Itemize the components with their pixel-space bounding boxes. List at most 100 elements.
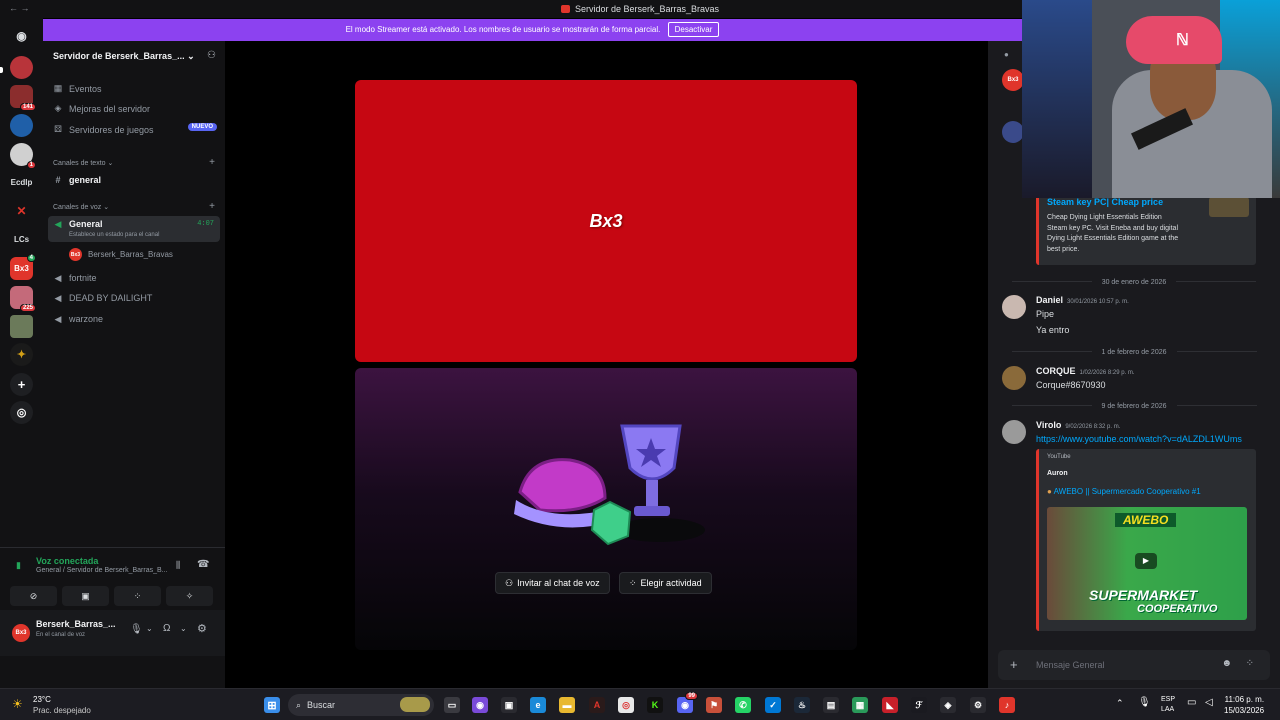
noise-suppression-icon[interactable]: ⫼ <box>176 560 180 571</box>
video-tile-user[interactable]: Bx3 <box>355 80 857 362</box>
add-member-icon[interactable]: ⚇ <box>207 50 216 61</box>
choose-activity-button[interactable]: ⁘ Elegir actividad <box>619 572 712 594</box>
events-item[interactable]: ▦ Eventos <box>53 83 102 94</box>
network-icon[interactable]: ▭ <box>1187 697 1196 708</box>
add-server-icon[interactable]: + <box>10 373 33 396</box>
server-icon-lcs[interactable]: LCs <box>10 228 33 251</box>
microphone-tray-icon[interactable]: 🎙 <box>1138 697 1151 708</box>
text-category[interactable]: Canales de texto ⌄ <box>53 159 113 167</box>
whatsapp-icon[interactable]: ✆ <box>735 697 751 713</box>
kick-icon[interactable]: K <box>647 697 663 713</box>
message-author[interactable]: Virolo 9/02/2026 8:32 p. m. <box>1036 420 1120 430</box>
avatar[interactable]: Bx3 <box>12 624 30 642</box>
server-icon[interactable]: ✦ <box>10 343 33 366</box>
tray-chevron-icon[interactable]: ⌃ <box>1116 698 1124 709</box>
weather-temp[interactable]: 23°C <box>33 695 51 704</box>
add-channel-icon[interactable]: + <box>209 201 215 212</box>
chevron-down-icon[interactable]: ⌄ <box>146 624 153 633</box>
avatar[interactable] <box>1002 420 1026 444</box>
settings-icon[interactable]: ⚙ <box>970 697 986 713</box>
add-channel-icon[interactable]: + <box>209 157 215 168</box>
voice-channel[interactable]: ◀ fortnite <box>48 269 220 287</box>
app-icon[interactable]: ▤ <box>823 697 839 713</box>
screen-share-button[interactable]: ▣ <box>62 586 109 606</box>
voice-member[interactable]: Bx3 Berserk_Barras_Bravas <box>69 248 173 261</box>
disconnect-icon[interactable]: ☎ <box>197 559 209 570</box>
embed-provider[interactable]: YouTube <box>1047 454 1071 460</box>
server-icon-ecdlp[interactable]: Ecdlp <box>10 171 33 194</box>
user-name[interactable]: Berserk_Barras_... <box>36 619 116 629</box>
signal-icon[interactable]: ▮ <box>16 560 21 571</box>
server-icon[interactable] <box>10 56 33 79</box>
server-icon[interactable] <box>10 114 33 137</box>
file-explorer-icon[interactable]: ▬ <box>559 697 575 713</box>
play-icon[interactable]: ▶ <box>1135 553 1157 569</box>
message-author[interactable]: Daniel 30/01/2026 10:57 p. m. <box>1036 295 1129 305</box>
calendar-icon: ▦ <box>53 83 63 93</box>
avatar[interactable]: Bx3 <box>1002 69 1024 91</box>
steam-icon[interactable]: ♨ <box>794 697 810 713</box>
language-indicator[interactable]: ESP LAA <box>1161 695 1175 715</box>
message-link[interactable]: https://www.youtube.com/watch?v=dALZDL1W… <box>1036 434 1242 444</box>
store-icon[interactable]: ▣ <box>501 697 517 713</box>
chevron-down-icon[interactable]: ⌄ <box>180 624 187 633</box>
embed-author[interactable]: Auron <box>1047 470 1068 477</box>
start-icon[interactable]: ⊞ <box>264 697 280 713</box>
taskbar-search[interactable]: ⌕ Buscar <box>288 694 434 716</box>
server-icon[interactable]: 225 <box>10 286 36 312</box>
message-input[interactable]: + Mensaje General ☻ ⁘ <box>998 650 1270 680</box>
app-icon[interactable]: ◈ <box>940 697 956 713</box>
app-icon[interactable]: A <box>589 697 605 713</box>
avatar[interactable] <box>1002 295 1026 319</box>
app-icon[interactable]: ♪ <box>999 697 1015 713</box>
app-icon[interactable]: ◣ <box>882 697 898 713</box>
embed-title[interactable]: ● AWEBO || Supermercado Cooperativo #1 <box>1047 487 1201 496</box>
apps-icon[interactable]: ⁘ <box>1246 658 1254 669</box>
discord-home-icon[interactable]: ◉ <box>10 24 33 47</box>
microphone-icon[interactable]: 🎙 <box>130 624 143 635</box>
camera-off-button[interactable]: ⊘ <box>10 586 57 606</box>
settings-gear-icon[interactable]: ⚙ <box>197 622 207 635</box>
app-icon[interactable]: ⚑ <box>706 697 722 713</box>
app-icon[interactable]: ✓ <box>765 697 781 713</box>
weather-icon[interactable]: ☀ <box>12 697 23 711</box>
voice-connected-subtitle[interactable]: General / Servidor de Berserk_Barras_B..… <box>36 567 168 574</box>
explore-icon[interactable]: ◎ <box>10 401 33 424</box>
clock[interactable]: 11:06 p. m. 15/03/2026 <box>1224 694 1264 716</box>
server-name[interactable]: Servidor de Berserk_Barras_... ⌄ <box>53 51 195 62</box>
soundboard-button[interactable]: ✧ <box>166 586 213 606</box>
copilot-icon[interactable]: ◉ <box>472 697 488 713</box>
server-icon[interactable] <box>10 315 33 338</box>
voice-channel[interactable]: ◀ DEAD BY DAILIGHT <box>48 289 220 307</box>
server-icon-bx3[interactable]: Bx3 4 <box>10 254 36 280</box>
message-author[interactable]: CORQUE 1/02/2026 8:29 p. m. <box>1036 366 1135 376</box>
server-icon[interactable]: 141 <box>10 85 36 111</box>
task-view-icon[interactable]: ▭ <box>444 697 460 713</box>
video-thumbnail[interactable]: AWEBO SUPERMARKET COOPERATIVO ▶ <box>1047 507 1247 620</box>
disable-streamer-button[interactable]: Desactivar <box>667 22 720 37</box>
emoji-icon[interactable]: ☻ <box>1221 658 1232 669</box>
chrome-icon[interactable]: ◎ <box>618 697 634 713</box>
voice-channel[interactable]: ◀ warzone <box>48 310 220 328</box>
embed-title[interactable]: Steam key PC| Cheap price <box>1047 197 1163 207</box>
headphones-icon[interactable]: Ω <box>163 623 170 634</box>
discord-icon[interactable]: ◉ 99 <box>677 692 698 713</box>
boosts-item[interactable]: ◈ Mejoras del servidor <box>53 103 151 114</box>
add-attachment-icon[interactable]: + <box>1010 657 1018 672</box>
avatar[interactable] <box>1002 366 1026 390</box>
server-icon[interactable]: 1 <box>10 143 36 169</box>
text-channel-general[interactable]: # general <box>48 171 220 189</box>
volume-icon[interactable]: ◁ <box>1205 697 1213 708</box>
voice-channel-general[interactable]: ◀ General 4:07 Establece un estado para … <box>48 216 220 242</box>
embed-thumbnail[interactable] <box>1209 197 1249 217</box>
edge-icon[interactable]: e <box>530 697 546 713</box>
channel-status[interactable]: Establece un estado para el canal <box>69 232 159 238</box>
app-icon[interactable]: ▦ <box>852 697 868 713</box>
game-servers-item[interactable]: ⚄ Servidores de juegos <box>53 124 153 135</box>
invite-voice-button[interactable]: ⚇ Invitar al chat de voz <box>495 572 610 594</box>
avatar[interactable] <box>1002 121 1024 143</box>
server-icon[interactable]: ✕ <box>10 199 33 222</box>
app-icon[interactable]: ℱ <box>911 697 927 713</box>
activity-button[interactable]: ⁘ <box>114 586 161 606</box>
voice-category[interactable]: Canales de voz ⌄ <box>53 203 109 211</box>
